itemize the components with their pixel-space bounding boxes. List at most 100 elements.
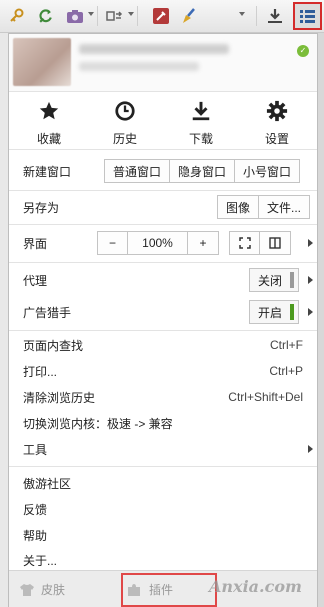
broom-icon[interactable] bbox=[178, 5, 200, 27]
save-as-label: 另存为 bbox=[23, 200, 60, 215]
plugins-highlight-box bbox=[121, 573, 217, 607]
zoom-value: 100% bbox=[128, 232, 188, 254]
toggle-off-indicator bbox=[290, 272, 294, 288]
camera-icon[interactable] bbox=[64, 5, 86, 27]
divider bbox=[9, 466, 317, 467]
normal-window-button[interactable]: 普通窗口 bbox=[105, 160, 171, 182]
skin-button[interactable]: 皮肤 bbox=[19, 571, 65, 607]
zoom-out-button[interactable]: − bbox=[98, 232, 128, 254]
feedback-label: 反馈 bbox=[23, 502, 48, 517]
skin-label: 皮肤 bbox=[41, 583, 66, 597]
settings-button[interactable]: 设置 bbox=[247, 98, 307, 148]
menu-footer: 皮肤 插件 Anxia.com bbox=[9, 570, 317, 607]
favorites-label: 收藏 bbox=[36, 132, 61, 146]
tools-label: 工具 bbox=[23, 442, 48, 457]
switch-core-item[interactable]: 切换浏览内核：极速 -> 兼容 bbox=[9, 410, 317, 436]
toolbar-separator bbox=[137, 6, 138, 26]
key-icon[interactable] bbox=[6, 5, 28, 27]
help-item[interactable]: 帮助 bbox=[9, 522, 317, 548]
tools-box-icon[interactable] bbox=[150, 5, 172, 27]
menu-list-button[interactable] bbox=[293, 2, 322, 30]
print-label: 打印... bbox=[23, 364, 58, 379]
clear-history-label: 清除浏览历史 bbox=[23, 390, 96, 405]
proxy-label: 代理 bbox=[23, 273, 48, 288]
zoom-controls: − 100% + bbox=[97, 231, 219, 255]
browser-toolbar bbox=[0, 0, 324, 33]
zoom-in-button[interactable]: + bbox=[188, 232, 218, 254]
toolbar-separator bbox=[256, 6, 257, 26]
watermark-logo: Anxia.com bbox=[209, 577, 302, 596]
blurred-username bbox=[79, 44, 229, 54]
save-image-button[interactable]: 图像 bbox=[218, 196, 260, 218]
more-caret-icon[interactable] bbox=[239, 12, 245, 16]
main-menu-panel: ✓ 收藏 历史 下载 设置 新建窗口 普通窗口 隐身窗口 小号窗口 另存为 图像… bbox=[8, 33, 318, 607]
scrollbar-track[interactable] bbox=[318, 33, 324, 607]
sidebar-toggle-icon[interactable] bbox=[260, 232, 290, 254]
proxy-icon[interactable] bbox=[103, 5, 125, 27]
star-icon bbox=[19, 98, 79, 124]
incognito-window-button[interactable]: 隐身窗口 bbox=[170, 160, 236, 182]
tools-item[interactable]: 工具 bbox=[9, 436, 317, 462]
avatar[interactable] bbox=[13, 38, 71, 86]
save-as-options: 图像 文件... bbox=[217, 195, 311, 219]
settings-label: 设置 bbox=[264, 132, 289, 146]
download-icon[interactable] bbox=[264, 5, 286, 27]
chevron-right-icon[interactable] bbox=[308, 276, 313, 284]
new-window-row: 新建窗口 普通窗口 隐身窗口 小号窗口 bbox=[9, 152, 317, 190]
proxy-toggle-text: 关闭 bbox=[257, 273, 282, 288]
about-label: 关于... bbox=[23, 553, 58, 568]
divider bbox=[9, 262, 317, 263]
find-in-page-item[interactable]: 页面内查找 Ctrl+F bbox=[9, 332, 317, 358]
user-profile-area[interactable]: ✓ bbox=[9, 34, 317, 92]
clear-history-item[interactable]: 清除浏览历史 Ctrl+Shift+Del bbox=[9, 384, 317, 410]
find-label: 页面内查找 bbox=[23, 338, 84, 353]
quick-actions: 收藏 历史 下载 设置 bbox=[9, 92, 317, 150]
ui-zoom-row: 界面 − 100% + bbox=[9, 224, 317, 262]
new-window-label: 新建窗口 bbox=[23, 164, 72, 179]
divider bbox=[9, 330, 317, 331]
clear-history-shortcut: Ctrl+Shift+Del bbox=[228, 390, 303, 404]
proxy-dropdown-caret[interactable] bbox=[128, 12, 134, 16]
about-item[interactable]: 关于... bbox=[9, 548, 317, 572]
proxy-toggle[interactable]: 关闭 bbox=[249, 268, 299, 292]
ad-hunter-row[interactable]: 广告猎手 开启 bbox=[9, 296, 317, 328]
toggle-on-indicator bbox=[290, 304, 294, 320]
favorites-button[interactable]: 收藏 bbox=[19, 98, 79, 148]
toolbar-separator bbox=[97, 6, 98, 26]
ad-hunter-label: 广告猎手 bbox=[23, 305, 72, 320]
new-window-options: 普通窗口 隐身窗口 小号窗口 bbox=[104, 159, 301, 183]
gear-icon bbox=[247, 98, 307, 124]
sync-status-icon[interactable]: ✓ bbox=[297, 45, 309, 57]
chevron-right-icon bbox=[308, 445, 313, 453]
chevron-right-icon[interactable] bbox=[308, 308, 313, 316]
find-shortcut: Ctrl+F bbox=[270, 338, 303, 352]
view-mode-controls bbox=[229, 231, 291, 255]
downloads-button[interactable]: 下载 bbox=[171, 98, 231, 148]
history-label: 历史 bbox=[112, 132, 137, 146]
clock-icon bbox=[95, 98, 155, 124]
alt-account-window-button[interactable]: 小号窗口 bbox=[235, 160, 299, 182]
ad-hunter-toggle-text: 开启 bbox=[257, 305, 282, 320]
feedback-item[interactable]: 反馈 bbox=[9, 496, 317, 522]
community-label: 傲游社区 bbox=[23, 476, 72, 491]
print-item[interactable]: 打印... Ctrl+P bbox=[9, 358, 317, 384]
switch-core-label: 切换浏览内核：极速 -> 兼容 bbox=[23, 416, 173, 431]
community-item[interactable]: 傲游社区 bbox=[9, 470, 317, 496]
fullscreen-icon[interactable] bbox=[230, 232, 260, 254]
ui-zoom-label: 界面 bbox=[23, 236, 48, 251]
camera-dropdown-caret[interactable] bbox=[88, 12, 94, 16]
menu-list-icon bbox=[300, 9, 315, 23]
chevron-right-icon[interactable] bbox=[308, 239, 313, 247]
proxy-row[interactable]: 代理 关闭 bbox=[9, 264, 317, 296]
save-file-button[interactable]: 文件... bbox=[259, 196, 309, 218]
ad-hunter-toggle[interactable]: 开启 bbox=[249, 300, 299, 324]
save-as-row: 另存为 图像 文件... bbox=[9, 190, 317, 224]
download-icon bbox=[171, 98, 231, 124]
blurred-user-info bbox=[79, 62, 199, 71]
help-label: 帮助 bbox=[23, 528, 48, 543]
page-background-strip bbox=[0, 33, 8, 607]
refresh-arrows-icon[interactable] bbox=[34, 5, 56, 27]
print-shortcut: Ctrl+P bbox=[269, 364, 303, 378]
downloads-label: 下载 bbox=[188, 132, 213, 146]
history-button[interactable]: 历史 bbox=[95, 98, 155, 148]
